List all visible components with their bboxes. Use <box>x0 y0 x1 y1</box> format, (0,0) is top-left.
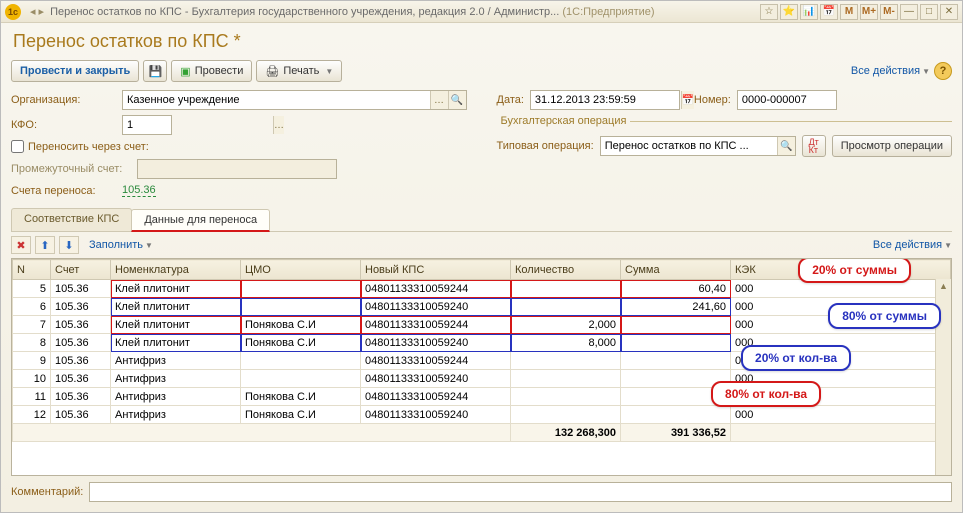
minimize-icon[interactable]: — <box>900 4 918 20</box>
calc-icon[interactable]: 📊 <box>800 4 818 20</box>
total-qty: 132 268,300 <box>511 424 621 442</box>
mem-plus-button[interactable]: M+ <box>860 4 878 20</box>
fill-link[interactable]: Заполнить▼ <box>89 239 153 251</box>
date-label: Дата: <box>497 94 524 106</box>
print-icon: 🖨 <box>265 65 279 78</box>
all-actions-link[interactable]: Все действия▼ <box>851 65 930 77</box>
delete-row-icon[interactable]: ✖ <box>11 236 31 254</box>
col-acc[interactable]: Счет <box>51 260 111 280</box>
type-op-input[interactable] <box>601 137 777 155</box>
app-window: 1с ◂ ▸ Перенос остатков по КПС - Бухгалт… <box>0 0 963 513</box>
window-title: Перенос остатков по КПС - Бухгалтерия го… <box>50 6 760 18</box>
date-input[interactable] <box>531 91 681 109</box>
maximize-icon[interactable]: □ <box>920 4 938 20</box>
fav-list-icon[interactable]: ☆ <box>760 4 778 20</box>
org-picker-icon[interactable]: … <box>430 91 448 109</box>
help-icon[interactable]: ? <box>934 62 952 80</box>
col-sum[interactable]: Сумма <box>621 260 731 280</box>
post-button[interactable]: ▣ Провести <box>171 60 252 82</box>
callout-qty80: 80% от кол-ва <box>711 381 821 407</box>
close-icon[interactable]: ✕ <box>940 4 958 20</box>
tab-kps-map[interactable]: Соответствие КПС <box>11 208 132 231</box>
col-n[interactable]: N <box>13 260 51 280</box>
post-and-close-button[interactable]: Провести и закрыть <box>11 60 139 82</box>
transfer-accounts-link[interactable]: 105.36 <box>122 184 156 197</box>
col-nom[interactable]: Номенклатура <box>111 260 241 280</box>
page-title: Перенос остатков по КПС * <box>13 31 952 52</box>
app-icon: 1с <box>5 4 21 20</box>
fav-icon[interactable]: ⭐ <box>780 4 798 20</box>
calendar-icon[interactable]: 📅 <box>820 4 838 20</box>
col-kps[interactable]: Новый КПС <box>361 260 511 280</box>
number-label: Номер: <box>694 94 731 106</box>
table-row[interactable]: 12105.36АнтифризПонякова С.И048011333100… <box>13 406 951 424</box>
transfer-accounts-label: Счета переноса: <box>11 185 116 197</box>
thru-account-checkbox[interactable] <box>11 140 24 153</box>
comment-input[interactable] <box>90 483 951 501</box>
dtkt-button[interactable]: ДтКт <box>802 135 826 157</box>
view-operation-button[interactable]: Просмотр операции <box>832 135 952 157</box>
total-sum: 391 336,52 <box>621 424 731 442</box>
comment-label: Комментарий: <box>11 486 83 498</box>
move-up-icon[interactable]: ⬆ <box>35 236 55 254</box>
callout-sum20: 20% от суммы <box>798 258 911 283</box>
main-toolbar: Провести и закрыть 💾 ▣ Провести 🖨 Печать… <box>11 60 952 82</box>
type-op-open-icon[interactable]: 🔍 <box>777 137 795 155</box>
table-row[interactable]: 7105.36Клей плитонитПонякова С.И04801133… <box>13 316 951 334</box>
titlebar: 1с ◂ ▸ Перенос остатков по КПС - Бухгалт… <box>1 1 962 23</box>
thru-account-label: Переносить через счет: <box>28 141 149 153</box>
table-row[interactable]: 6105.36Клей плитонит04801133310059240241… <box>13 298 951 316</box>
type-op-label: Типовая операция: <box>497 140 594 152</box>
col-qty[interactable]: Количество <box>511 260 621 280</box>
mem-button[interactable]: M <box>840 4 858 20</box>
col-cmo[interactable]: ЦМО <box>241 260 361 280</box>
tabs: Соответствие КПС Данные для переноса <box>11 208 952 232</box>
grid-all-actions-link[interactable]: Все действия▼ <box>873 239 952 251</box>
callout-qty20: 20% от кол-ва <box>741 345 851 371</box>
kfo-label: КФО: <box>11 119 116 131</box>
bop-legend: Бухгалтерская операция <box>497 115 631 127</box>
org-input[interactable] <box>123 91 430 109</box>
save-button[interactable]: 💾 <box>143 60 167 82</box>
grid-toolbar: ✖ ⬆ ⬇ Заполнить▼ Все действия▼ <box>11 232 952 258</box>
mem-minus-button[interactable]: M- <box>880 4 898 20</box>
nav-fwd-icon[interactable]: ▸ <box>39 5 45 18</box>
calendar-picker-icon[interactable]: 📅 <box>681 91 694 109</box>
number-input[interactable] <box>738 91 888 109</box>
kfo-input[interactable] <box>123 116 273 134</box>
kfo-picker-icon[interactable]: … <box>273 116 284 134</box>
callout-sum80: 80% от суммы <box>828 303 941 329</box>
inter-account-label: Промежуточный счет: <box>11 163 131 175</box>
move-down-icon[interactable]: ⬇ <box>59 236 79 254</box>
nav-back-icon[interactable]: ◂ <box>30 5 36 18</box>
org-label: Организация: <box>11 94 116 106</box>
org-open-icon[interactable]: 🔍 <box>448 91 466 109</box>
print-button[interactable]: 🖨 Печать▼ <box>256 60 342 82</box>
inter-account-input <box>138 160 336 178</box>
post-icon: ▣ <box>180 65 190 78</box>
tab-transfer-data[interactable]: Данные для переноса <box>131 209 270 232</box>
grid: N Счет Номенклатура ЦМО Новый КПС Количе… <box>11 258 952 476</box>
